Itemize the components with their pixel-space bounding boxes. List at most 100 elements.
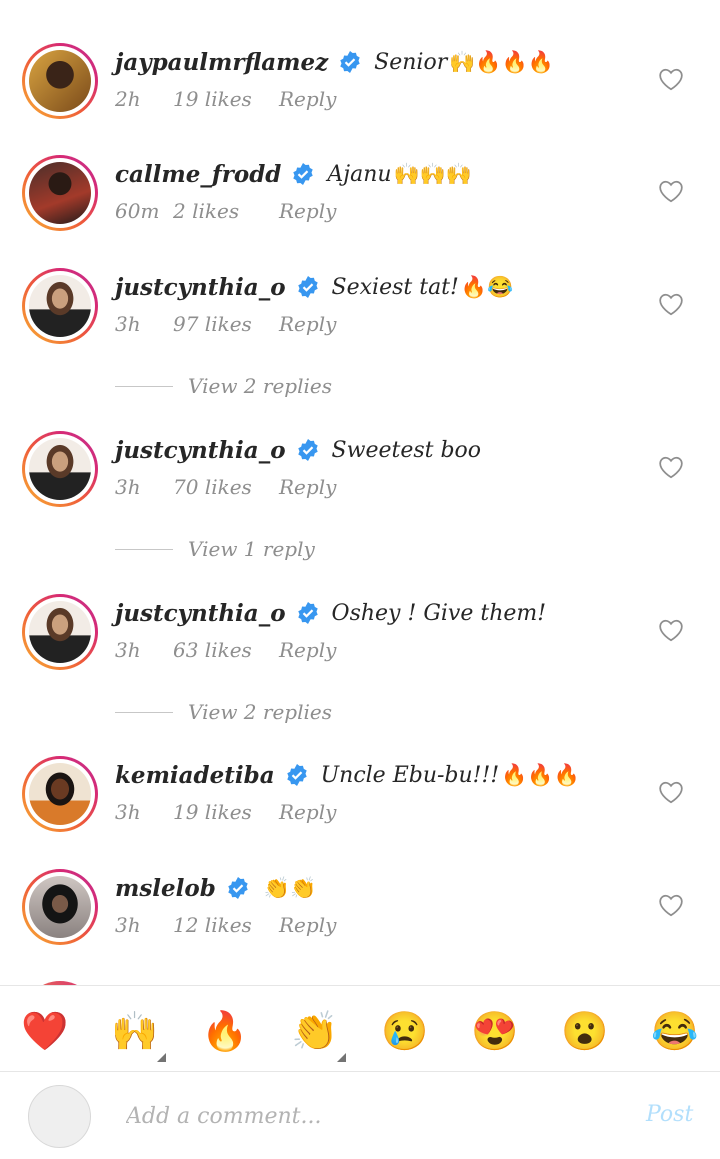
comment-likes[interactable]: 19 likes: [173, 87, 279, 111]
view-replies-label: View 2 replies: [188, 700, 332, 724]
comment-username[interactable]: kemiadetiba: [115, 762, 275, 789]
comment-item: jaypaulmrflamez Senior 🙌🔥🔥🔥 2h 19 likes …: [0, 43, 720, 143]
comment-text: Ajanu: [327, 161, 392, 187]
reply-button[interactable]: Reply: [279, 87, 336, 111]
comment-item: kemiadetiba Uncle Ebu-bu!!! 🔥🔥🔥 3h 19 li…: [0, 756, 720, 856]
comment-likes[interactable]: 70 likes: [173, 475, 279, 499]
comment-input[interactable]: [126, 1096, 606, 1136]
view-replies-button[interactable]: View 2 replies: [115, 374, 332, 398]
quick-emoji-bar: ❤️ 🙌 🔥 👏 😢 😍 😮 😂: [0, 985, 720, 1071]
divider: [115, 711, 173, 713]
verified-badge-icon: [297, 602, 318, 624]
comment-likes[interactable]: 2 likes: [173, 199, 279, 223]
comment-time: 3h: [115, 638, 141, 662]
comment-time: 3h: [115, 800, 141, 824]
like-heart-icon[interactable]: [658, 618, 684, 642]
comment-item: mslelob 👏👏 3h 12 likes Reply: [0, 869, 720, 969]
like-heart-icon[interactable]: [658, 780, 684, 804]
reply-button[interactable]: Reply: [279, 475, 336, 499]
comments-list[interactable]: jaypaulmrflamez Senior 🙌🔥🔥🔥 2h 19 likes …: [0, 0, 720, 985]
avatar: [29, 275, 91, 337]
verified-badge-icon: [293, 163, 314, 185]
comment-likes[interactable]: 63 likes: [173, 638, 279, 662]
avatar-story-ring[interactable]: [22, 869, 98, 945]
comment-emoji: 🔥😂: [460, 274, 514, 299]
reply-button[interactable]: Reply: [279, 913, 336, 937]
avatar: [29, 601, 91, 663]
comment-time: 3h: [115, 475, 141, 499]
view-replies-label: View 1 reply: [188, 537, 315, 561]
raised-hands-emoji-button[interactable]: 🙌: [110, 1006, 166, 1062]
like-heart-icon[interactable]: [658, 179, 684, 203]
comment-item: callme_frodd Ajanu 🙌🙌🙌 60m 2 likes Reply: [0, 155, 720, 255]
view-replies-button[interactable]: View 1 reply: [115, 537, 315, 561]
comment-username[interactable]: mslelob: [115, 875, 216, 902]
comment-likes[interactable]: 12 likes: [173, 913, 279, 937]
clapping-hands-emoji-button[interactable]: 👏: [290, 1006, 346, 1062]
comment-text: Uncle Ebu-bu!!!: [320, 762, 500, 788]
verified-badge-icon: [297, 276, 318, 298]
comment-item: justcynthia_o Sweetest boo 3h 70 likes R…: [0, 431, 720, 531]
divider: [115, 385, 173, 387]
comment-item: justcynthia_o Oshey ! Give them! 3h 63 l…: [0, 594, 720, 694]
avatar: [29, 438, 91, 500]
comment-text: Senior: [374, 49, 448, 75]
avatar: [29, 763, 91, 825]
surprised-face-emoji-button[interactable]: 😮: [560, 1006, 610, 1056]
skin-tone-indicator-icon: [157, 1053, 166, 1062]
clapping-hands-emoji: 👏: [291, 1009, 339, 1053]
comment-likes[interactable]: 97 likes: [173, 312, 279, 336]
comment-username[interactable]: justcynthia_o: [115, 600, 286, 627]
verified-badge-icon: [228, 877, 248, 899]
comment-item: justcynthia_o Sexiest tat! 🔥😂 3h 97 like…: [0, 268, 720, 368]
heart-emoji-button[interactable]: ❤️: [20, 1006, 70, 1056]
comment-emoji: 👏👏: [263, 875, 317, 900]
comment-time: 3h: [115, 913, 141, 937]
like-heart-icon[interactable]: [658, 67, 684, 91]
comment-likes[interactable]: 19 likes: [173, 800, 279, 824]
heart-eyes-emoji-button[interactable]: 😍: [470, 1006, 520, 1056]
comment-username[interactable]: justcynthia_o: [115, 274, 286, 301]
comment-username[interactable]: jaypaulmrflamez: [115, 49, 328, 76]
avatar: [29, 876, 91, 938]
avatar-story-ring[interactable]: [22, 594, 98, 670]
avatar-story-ring[interactable]: [22, 155, 98, 231]
like-heart-icon[interactable]: [658, 455, 684, 479]
avatar: [29, 50, 91, 112]
reply-button[interactable]: Reply: [279, 199, 336, 223]
post-button[interactable]: Post: [646, 1102, 693, 1127]
comment-time: 2h: [115, 87, 141, 111]
comment-text: Sweetest boo: [331, 437, 482, 463]
tears-of-joy-emoji-button[interactable]: 😂: [650, 1006, 700, 1056]
comment-time: 3h: [115, 312, 141, 336]
comment-text: Oshey ! Give them!: [331, 600, 547, 626]
avatar-story-ring[interactable]: [22, 43, 98, 119]
comment-emoji: 🔥🔥🔥: [501, 762, 580, 787]
verified-badge-icon: [297, 439, 318, 461]
like-heart-icon[interactable]: [658, 292, 684, 316]
raised-hands-emoji: 🙌: [111, 1009, 159, 1053]
verified-badge-icon: [340, 51, 360, 73]
view-replies-label: View 2 replies: [188, 374, 332, 398]
avatar-story-ring[interactable]: [22, 756, 98, 832]
view-replies-button[interactable]: View 2 replies: [115, 700, 332, 724]
like-heart-icon[interactable]: [658, 893, 684, 917]
comment-username[interactable]: justcynthia_o: [115, 437, 286, 464]
avatar-story-ring[interactable]: [22, 431, 98, 507]
crying-face-emoji-button[interactable]: 😢: [380, 1006, 430, 1056]
comment-text: Sexiest tat!: [331, 274, 459, 300]
reply-button[interactable]: Reply: [279, 800, 336, 824]
avatar: [29, 162, 91, 224]
skin-tone-indicator-icon: [337, 1053, 346, 1062]
reply-button[interactable]: Reply: [279, 312, 336, 336]
reply-button[interactable]: Reply: [279, 638, 336, 662]
current-user-avatar: [28, 1085, 91, 1148]
comment-composer: Post: [0, 1071, 720, 1159]
divider: [115, 548, 173, 550]
comment-emoji: 🙌🔥🔥🔥: [449, 49, 554, 74]
avatar-story-ring[interactable]: [22, 268, 98, 344]
fire-emoji-button[interactable]: 🔥: [200, 1006, 250, 1056]
comment-time: 60m: [115, 199, 160, 223]
verified-badge-icon: [286, 764, 307, 786]
comment-username[interactable]: callme_frodd: [115, 161, 281, 188]
